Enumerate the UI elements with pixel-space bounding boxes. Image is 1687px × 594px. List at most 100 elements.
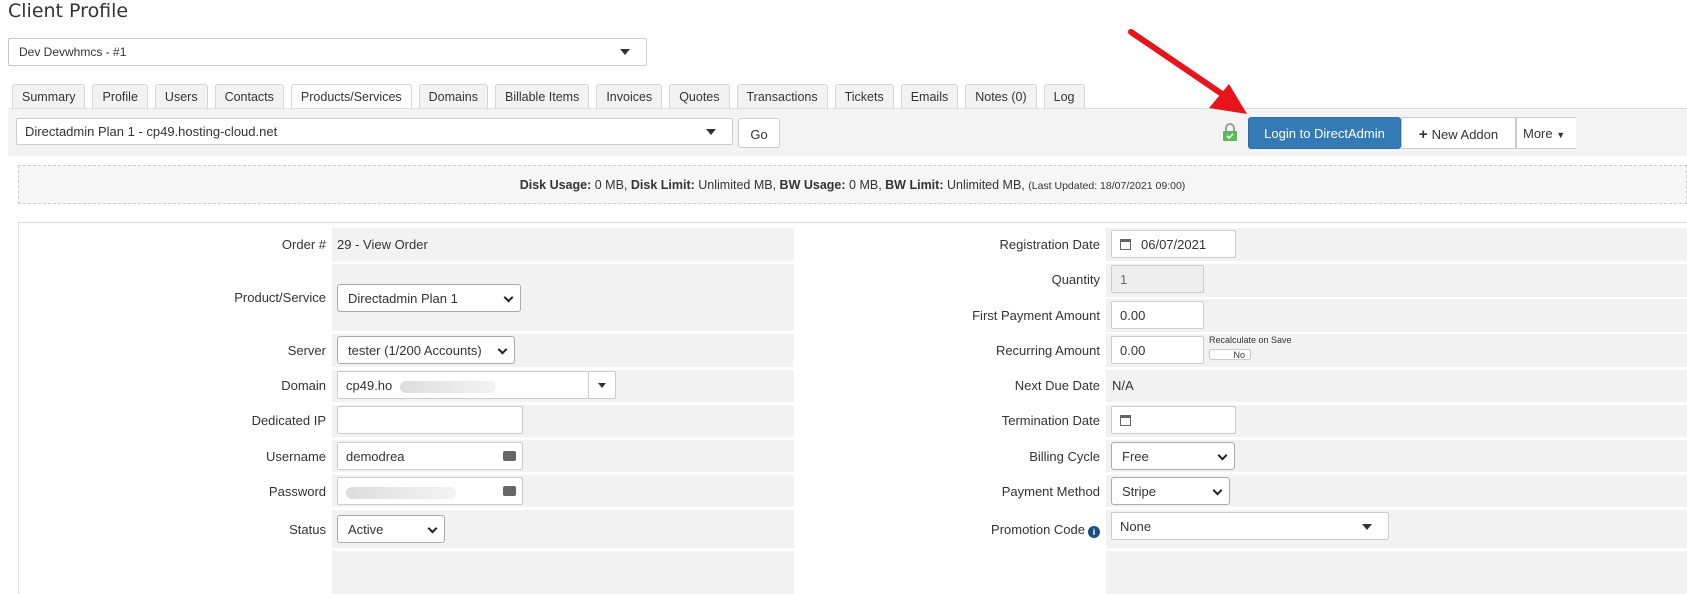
client-select-value: Dev Devwhmcs - #1 <box>19 45 127 59</box>
bw-limit-value: Unlimited MB, <box>946 178 1025 192</box>
quantity-input[interactable]: 1 <box>1111 265 1204 293</box>
tab-notes[interactable]: Notes (0) <box>965 84 1037 109</box>
row-bg <box>1106 551 1687 594</box>
password-manager-icon[interactable] <box>503 451 516 461</box>
payment-method-label: Payment Method <box>1001 484 1100 499</box>
tab-domains[interactable]: Domains <box>418 84 488 109</box>
dedicated-ip-input[interactable] <box>337 406 523 434</box>
new-addon-button[interactable]: + New Addon <box>1401 117 1516 149</box>
domain-label: Domain <box>281 378 326 393</box>
order-label: Order # <box>281 237 326 252</box>
caret-down-icon <box>1362 524 1372 530</box>
tab-summary[interactable]: Summary <box>12 84 86 109</box>
promotion-code-label-text: Promotion Code <box>991 522 1085 537</box>
service-details-form: Order # Product/Service Server Domain De… <box>18 222 1687 594</box>
next-due-date-label: Next Due Date <box>1014 378 1100 393</box>
row-bg <box>332 551 794 594</box>
red-arrow-annotation <box>1128 29 1247 114</box>
product-service-value: Directadmin Plan 1 <box>348 291 458 306</box>
termination-date-input[interactable] <box>1111 406 1236 434</box>
caret-down-icon <box>598 383 606 388</box>
recurring-amount-value: 0.00 <box>1120 343 1146 358</box>
password-manager-icon[interactable] <box>503 486 516 496</box>
first-payment-value: 0.00 <box>1120 308 1146 323</box>
termination-date-label: Termination Date <box>1001 413 1100 428</box>
server-value: tester (1/200 Accounts) <box>348 343 482 358</box>
login-to-directadmin-button[interactable]: Login to DirectAdmin <box>1248 117 1401 149</box>
recalculate-toggle-value: No <box>1233 350 1245 360</box>
bw-usage-value: 0 MB, <box>849 178 882 192</box>
bw-usage-label: BW Usage: <box>779 178 846 192</box>
status-select[interactable]: Active <box>337 515 445 543</box>
row-bg <box>1106 370 1687 402</box>
recurring-amount-input[interactable]: 0.00 <box>1111 336 1204 364</box>
first-payment-input[interactable]: 0.00 <box>1111 301 1204 329</box>
caret-down-icon <box>620 49 630 55</box>
more-label: More <box>1523 126 1553 141</box>
info-icon[interactable]: i <box>1088 526 1100 538</box>
promotion-code-label: Promotion Code i <box>991 522 1100 538</box>
disk-usage-label: Disk Usage: <box>519 178 592 192</box>
password-input[interactable] <box>337 477 523 505</box>
tab-quotes[interactable]: Quotes <box>669 84 730 109</box>
tab-invoices[interactable]: Invoices <box>596 84 663 109</box>
calendar-icon <box>1120 415 1131 426</box>
tab-users[interactable]: Users <box>154 84 208 109</box>
registration-date-label: Registration Date <box>999 237 1100 252</box>
username-value: demodrea <box>346 449 405 464</box>
redacted-text <box>346 486 456 499</box>
recalculate-label: Recalculate on Save <box>1209 335 1292 345</box>
first-payment-label: First Payment Amount <box>972 308 1100 323</box>
service-select[interactable]: Directadmin Plan 1 - cp49.hosting-cloud.… <box>16 118 733 145</box>
caret-down-icon: ▼ <box>1556 130 1566 140</box>
tab-bar: Summary Profile Users Contacts Products/… <box>12 84 1092 110</box>
tab-contacts[interactable]: Contacts <box>214 84 284 109</box>
bw-limit-label: BW Limit: <box>885 178 944 192</box>
chevron-down-icon <box>1217 450 1228 461</box>
billing-cycle-select[interactable]: Free <box>1111 442 1235 470</box>
tab-transactions[interactable]: Transactions <box>736 84 828 109</box>
quantity-value: 1 <box>1120 272 1128 287</box>
server-select[interactable]: tester (1/200 Accounts) <box>337 336 515 364</box>
username-input[interactable]: demodrea <box>337 442 523 470</box>
go-button[interactable]: Go <box>738 118 780 148</box>
domain-input[interactable]: cp49.ho <box>337 371 589 399</box>
payment-method-value: Stripe <box>1122 484 1156 499</box>
disk-limit-label: Disk Limit: <box>630 178 695 192</box>
tab-billable-items[interactable]: Billable Items <box>494 84 590 109</box>
tab-profile[interactable]: Profile <box>92 84 148 109</box>
status-label: Status <box>289 522 326 537</box>
promotion-code-select[interactable]: None <box>1111 512 1389 540</box>
status-value: Active <box>348 522 384 537</box>
tab-products-services[interactable]: Products/Services <box>290 84 412 110</box>
tab-emails[interactable]: Emails <box>900 84 959 109</box>
usage-stats: Disk Usage: 0 MB, Disk Limit: Unlimited … <box>18 165 1687 204</box>
disk-limit-value: Unlimited MB, <box>698 178 777 192</box>
tab-log[interactable]: Log <box>1043 84 1085 109</box>
product-service-label: Product/Service <box>234 290 326 305</box>
username-label: Username <box>266 449 326 464</box>
registration-date-input[interactable]: 06/07/2021 <box>1111 230 1236 258</box>
dedicated-ip-label: Dedicated IP <box>251 413 326 428</box>
password-label: Password <box>268 484 326 499</box>
payment-method-select[interactable]: Stripe <box>1111 477 1230 505</box>
recalculate-toggle[interactable]: No <box>1209 349 1251 360</box>
product-service-select[interactable]: Directadmin Plan 1 <box>337 284 521 312</box>
next-due-date-value: N/A <box>1112 378 1134 393</box>
domain-dropdown-button[interactable] <box>588 371 616 399</box>
domain-value: cp49.ho <box>346 378 393 393</box>
server-label: Server <box>287 343 326 358</box>
service-toolbar: Directadmin Plan 1 - cp49.hosting-cloud.… <box>8 108 1687 156</box>
last-updated: (Last Updated: 18/07/2021 09:00) <box>1028 180 1186 192</box>
page-title: Client Profile <box>8 0 129 22</box>
more-button[interactable]: More ▼ <box>1516 117 1576 149</box>
quantity-label: Quantity <box>1051 272 1100 287</box>
chevron-down-icon <box>503 292 514 303</box>
client-select[interactable]: Dev Devwhmcs - #1 <box>8 38 647 66</box>
tab-tickets[interactable]: Tickets <box>834 84 894 109</box>
service-select-value: Directadmin Plan 1 - cp49.hosting-cloud.… <box>25 124 278 139</box>
billing-cycle-label: Billing Cycle <box>1029 449 1100 464</box>
promotion-code-value: None <box>1120 519 1152 534</box>
redacted-text <box>399 380 496 393</box>
order-link[interactable]: 29 - View Order <box>337 237 428 252</box>
